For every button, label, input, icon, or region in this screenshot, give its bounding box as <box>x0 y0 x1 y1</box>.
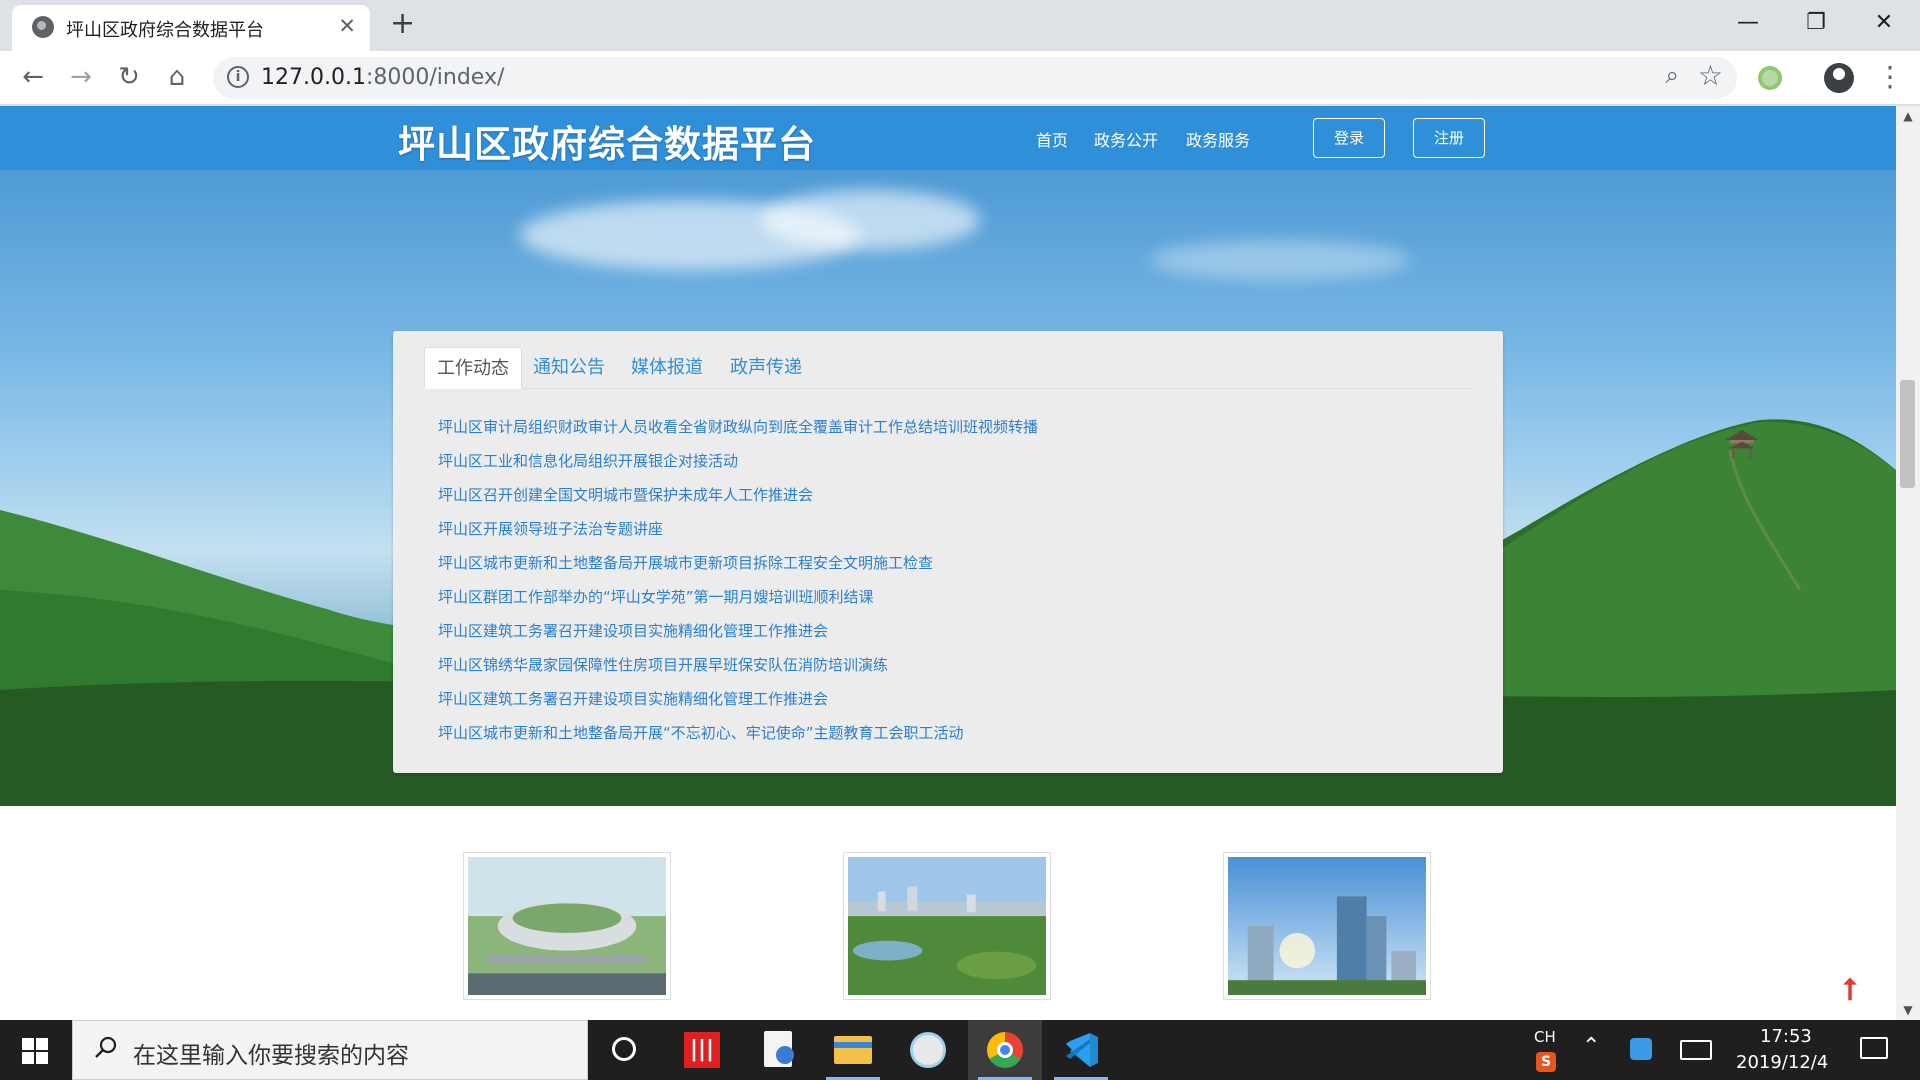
pavilion-icon <box>1725 430 1759 459</box>
news-link[interactable]: 坪山区城市更新和土地整备局开展“不忘初心、牢记使命”主题教育工会职工活动 <box>438 723 1038 757</box>
back-icon[interactable]: ← <box>16 60 50 94</box>
notification-center-icon[interactable] <box>1860 1037 1888 1059</box>
clock-time[interactable]: 17:53 <box>1760 1026 1812 1047</box>
clock-date[interactable]: 2019/12/4 <box>1736 1052 1828 1073</box>
bookmark-star-icon[interactable]: ☆ <box>1698 59 1723 92</box>
browser-tab[interactable]: 坪山区政府综合数据平台 ✕ <box>12 5 370 51</box>
news-link[interactable]: 坪山区群团工作部举办的“坪山女学苑”第一期月嫂培训班顺利结课 <box>438 587 1038 621</box>
news-link[interactable]: 坪山区建筑工务署召开建设项目实施精细化管理工作推进会 <box>438 621 1038 655</box>
url-path: :8000/index/ <box>365 65 505 90</box>
nav-government-affairs-open[interactable]: 政务公开 <box>1094 127 1158 151</box>
hero-landscape-image: 工作动态 通知公告 媒体报道 政声传递 坪山区审计局组织财政审计人员收看全省财政… <box>0 170 1896 806</box>
news-link[interactable]: 坪山区工业和信息化局组织开展银企对接活动 <box>438 451 1038 485</box>
login-button[interactable]: 登录 <box>1313 118 1385 158</box>
profile-avatar-icon[interactable] <box>1824 63 1854 93</box>
search-icon <box>95 1036 117 1058</box>
url-text[interactable]: 127.0.0.1:8000/index/ <box>261 65 504 90</box>
site-header: 坪山区政府综合数据平台 首页 政务公开 政务服务 登录 注册 <box>0 106 1896 170</box>
city-park-photo <box>848 857 1046 995</box>
thumbnail-card[interactable] <box>843 852 1051 1000</box>
tab-media-reports[interactable]: 媒体报道 <box>619 347 715 389</box>
page-viewport: 工作动态 通知公告 媒体报道 政声传递 坪山区审计局组织财政审计人员收看全省财政… <box>0 106 1896 1020</box>
address-bar[interactable]: i 127.0.0.1:8000/index/ ⌕ ☆ <box>213 57 1737 99</box>
search-placeholder: 在这里输入你要搜索的内容 <box>133 1043 409 1069</box>
keyboard-icon[interactable] <box>1680 1040 1712 1060</box>
thumbnail-card[interactable] <box>1223 852 1431 1000</box>
news-link[interactable]: 坪山区建筑工务署召开建设项目实施精细化管理工作推进会 <box>438 689 1038 723</box>
news-panel: 工作动态 通知公告 媒体报道 政声传递 坪山区审计局组织财政审计人员收看全省财政… <box>393 331 1503 773</box>
tray-app-icon[interactable] <box>1630 1038 1652 1060</box>
taskbar-search-box[interactable]: 在这里输入你要搜索的内容 <box>72 1020 588 1080</box>
chrome-taskbar-icon[interactable] <box>968 1020 1042 1080</box>
scroll-down-arrow-icon[interactable]: ▼ <box>1896 1000 1920 1020</box>
news-tabs: 工作动态 通知公告 媒体报道 政声传递 <box>424 347 1472 389</box>
red-app-icon[interactable]: ||| <box>664 1020 738 1080</box>
new-tab-icon[interactable]: + <box>390 9 415 39</box>
nav-home[interactable]: 首页 <box>1036 127 1068 151</box>
tab-government-voice[interactable]: 政声传递 <box>718 347 814 389</box>
news-list: 坪山区审计局组织财政审计人员收看全省财政纵向到底全覆盖审计工作总结培训班视频转播… <box>438 417 1038 757</box>
extension-icon[interactable] <box>1758 66 1782 90</box>
news-link[interactable]: 坪山区召开创建全国文明城市暨保护未成年人工作推进会 <box>438 485 1038 519</box>
browser-toolbar: ← → ↻ ⌂ i 127.0.0.1:8000/index/ ⌕ ☆ ⋮ <box>0 51 1920 105</box>
tab-title: 坪山区政府综合数据平台 <box>66 20 264 41</box>
cortana-icon[interactable] <box>588 1020 662 1080</box>
tab-work-news[interactable]: 工作动态 <box>424 347 522 389</box>
thumbnail-card[interactable] <box>463 852 671 1000</box>
sogou-ime-icon[interactable]: S <box>1536 1052 1556 1072</box>
register-button[interactable]: 注册 <box>1413 118 1485 158</box>
file-explorer-icon[interactable] <box>816 1020 890 1080</box>
restore-icon[interactable]: ❐ <box>1786 6 1846 40</box>
site-info-icon[interactable]: i <box>227 66 249 88</box>
news-link[interactable]: 坪山区城市更新和土地整备局开展城市更新项目拆除工程安全文明施工检查 <box>438 553 1038 587</box>
close-window-icon[interactable]: ✕ <box>1854 6 1914 40</box>
back-to-top-icon[interactable]: ⭡ <box>1836 976 1864 1006</box>
url-host: 127.0.0.1 <box>261 65 366 90</box>
stadium-photo <box>468 857 666 995</box>
site-title[interactable]: 坪山区政府综合数据平台 <box>398 114 816 168</box>
forward-icon[interactable]: → <box>64 60 98 94</box>
page-scrollbar[interactable]: ▲ ▼ <box>1896 106 1920 1020</box>
close-tab-icon[interactable]: ✕ <box>338 14 356 38</box>
home-icon[interactable]: ⌂ <box>160 60 194 94</box>
vscode-icon[interactable] <box>1044 1020 1118 1080</box>
skyscraper-photo <box>1228 857 1426 995</box>
reload-icon[interactable]: ↻ <box>112 60 146 94</box>
zoom-icon[interactable]: ⌕ <box>1666 61 1679 89</box>
news-link[interactable]: 坪山区锦绣华晟家园保障性住房项目开展早班保安队伍消防培训演练 <box>438 655 1038 689</box>
nav-government-services[interactable]: 政务服务 <box>1186 127 1250 151</box>
windows-start-icon[interactable] <box>0 1020 70 1080</box>
windows-taskbar: 在这里输入你要搜索的内容 ||| CH S ⌃ 17:53 2019/12/4 <box>0 1020 1920 1080</box>
scroll-up-arrow-icon[interactable]: ▲ <box>1896 106 1920 126</box>
chrome-menu-icon[interactable]: ⋮ <box>1876 60 1904 94</box>
document-app-icon[interactable] <box>740 1020 814 1080</box>
news-link[interactable]: 坪山区审计局组织财政审计人员收看全省财政纵向到底全覆盖审计工作总结培训班视频转播 <box>438 417 1038 451</box>
avatar-app-icon[interactable] <box>892 1020 966 1080</box>
tab-notices[interactable]: 通知公告 <box>521 347 617 389</box>
scrollbar-thumb[interactable] <box>1900 380 1915 488</box>
minimize-icon[interactable]: — <box>1718 6 1778 40</box>
news-link[interactable]: 坪山区开展领导班子法治专题讲座 <box>438 519 1038 553</box>
tray-chevron-up-icon[interactable]: ⌃ <box>1582 1034 1600 1059</box>
ime-indicator[interactable]: CH <box>1534 1028 1556 1046</box>
browser-tab-strip: 坪山区政府综合数据平台 ✕ + — ❐ ✕ <box>0 0 1920 51</box>
globe-icon <box>32 16 54 38</box>
